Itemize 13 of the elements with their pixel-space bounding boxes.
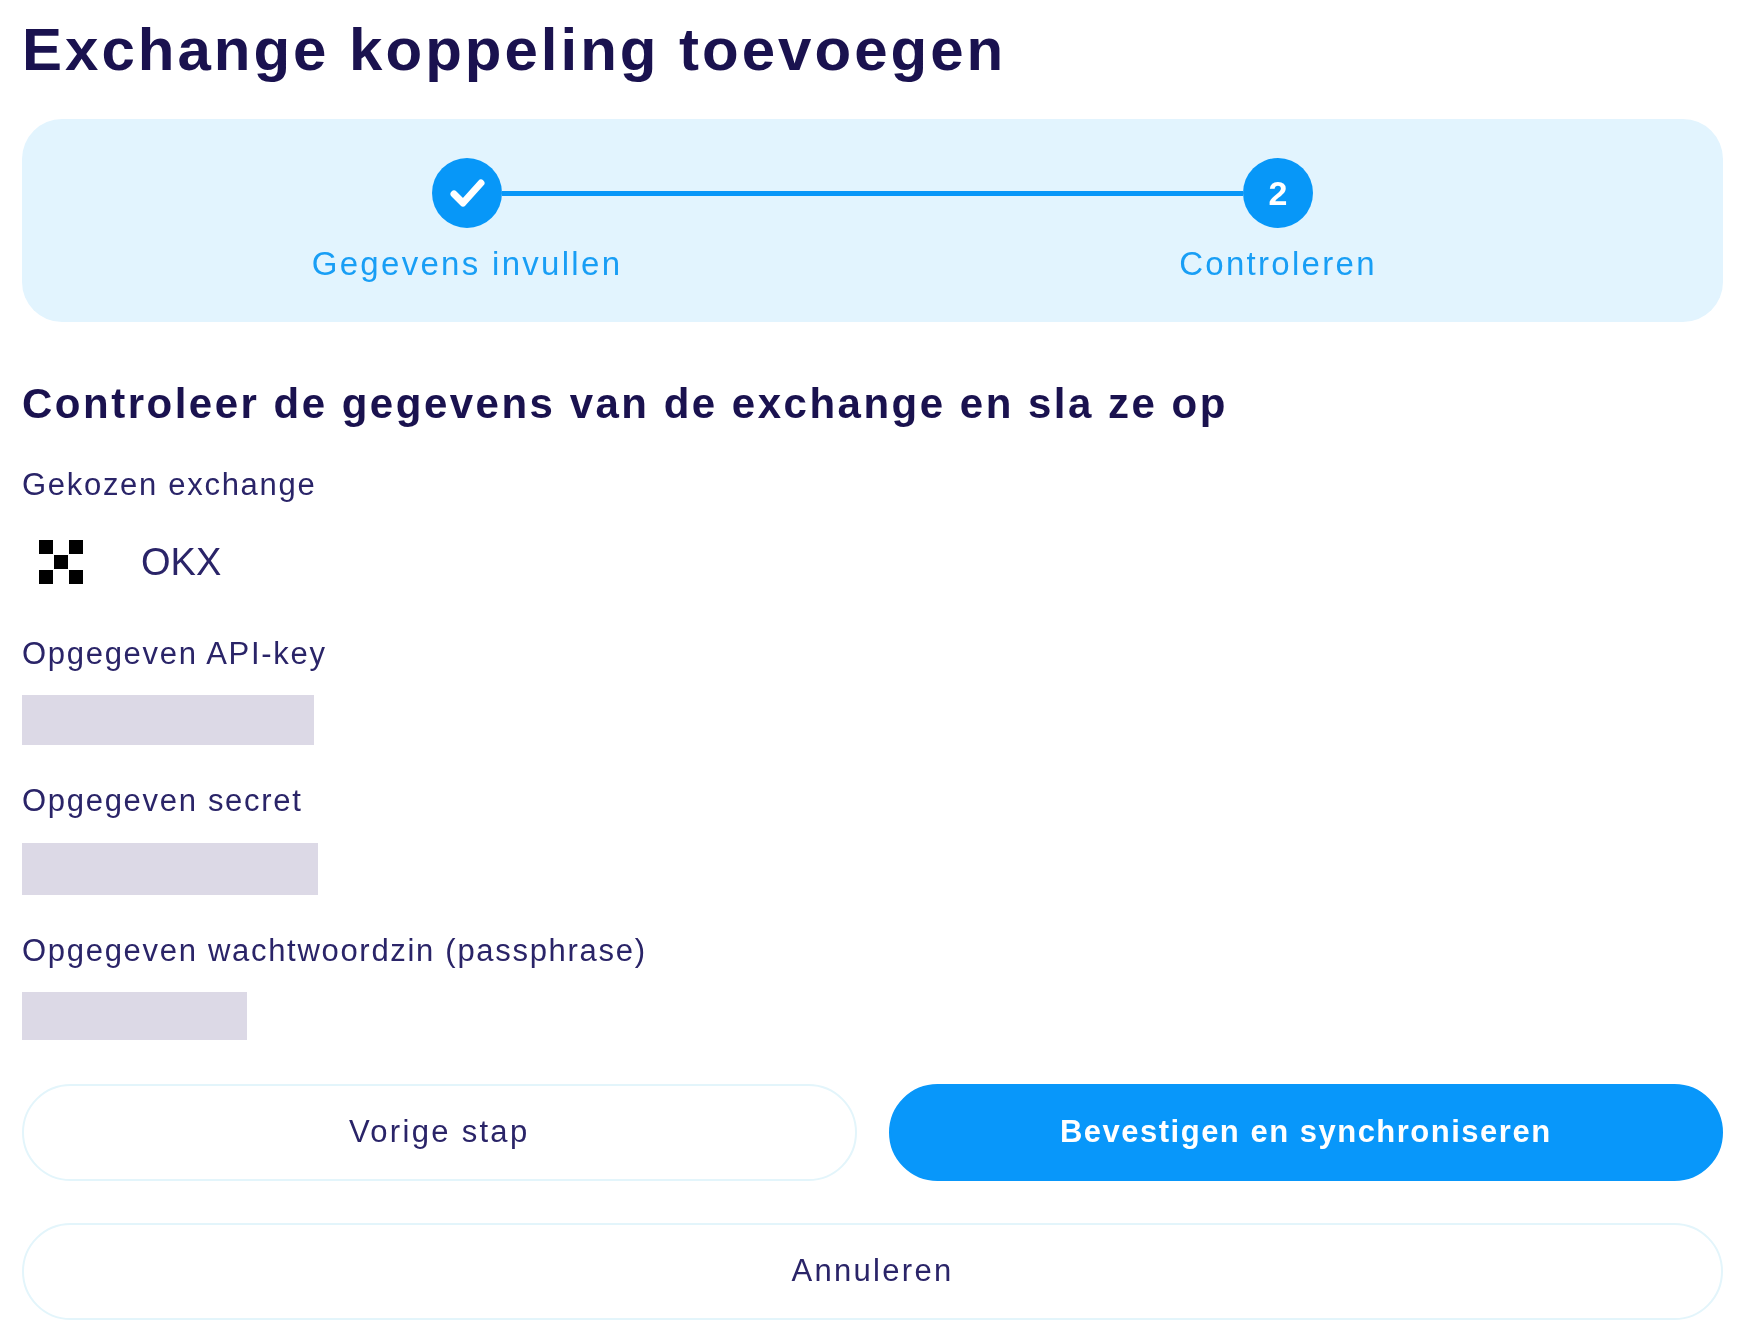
- exchange-name: OKX: [141, 539, 222, 585]
- page-title: Exchange koppeling toevoegen: [22, 16, 1008, 84]
- secondary-button[interactable]: Annuleren: [22, 1222, 1723, 1320]
- checkered-logo-icon: [39, 540, 83, 585]
- field-label: Opgegeven wachtwoordzin (passphrase): [22, 931, 647, 969]
- field-label: Opgegeven secret: [22, 782, 303, 820]
- section-heading: Controleer de gegevens van de exchange en sla ze op: [22, 380, 1229, 429]
- step-number: 2: [1243, 158, 1313, 229]
- step-label: Gegevens invullen: [311, 245, 623, 284]
- secondary-button[interactable]: Vorige stap: [22, 1083, 857, 1181]
- step-label: Controleren: [1179, 245, 1377, 284]
- field-label: Opgegeven API-key: [22, 635, 327, 673]
- field-label: Gekozen exchange: [22, 466, 317, 504]
